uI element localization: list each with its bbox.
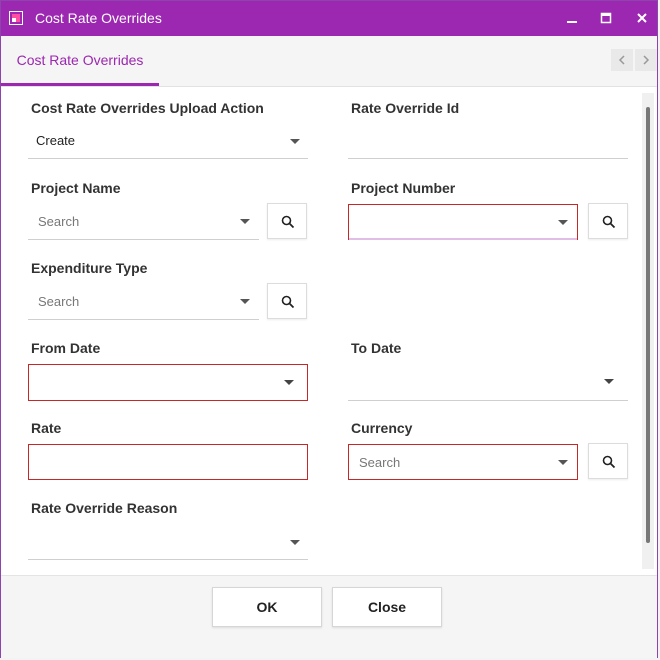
project-name-label: Project Name [31, 180, 121, 196]
chevron-down-icon [290, 540, 300, 545]
vertical-scrollbar[interactable] [642, 93, 654, 569]
project-number-select[interactable] [348, 204, 578, 240]
tab-cost-rate-overrides[interactable]: Cost Rate Overrides [1, 36, 159, 86]
project-number-search-button[interactable] [588, 203, 628, 239]
currency-label: Currency [351, 420, 413, 436]
project-number-focus-underline [349, 238, 577, 240]
chevron-down-icon [558, 460, 568, 465]
app-icon [9, 11, 23, 25]
currency-search-button[interactable] [588, 443, 628, 479]
from-date-label: From Date [31, 340, 101, 356]
form-content: Cost Rate Overrides Upload Action Create… [1, 87, 657, 575]
maximize-icon[interactable] [595, 7, 617, 29]
rate-input[interactable] [28, 444, 308, 480]
to-date-picker[interactable] [348, 364, 628, 401]
window-title: Cost Rate Overrides [35, 10, 162, 26]
rate-override-reason-select[interactable] [28, 524, 308, 560]
chevron-down-icon [240, 299, 250, 304]
upload-action-value: Create [36, 133, 76, 148]
chevron-down-icon [290, 139, 300, 144]
tab-scroll-right-icon[interactable] [635, 49, 657, 71]
expenditure-type-search-button[interactable] [267, 283, 307, 319]
tab-bar: Cost Rate Overrides [1, 36, 657, 87]
cost-rate-overrides-dialog: Cost Rate Overrides Cost Rate Overrides … [0, 0, 658, 658]
project-name-placeholder: Search [38, 214, 80, 229]
rate-label: Rate [31, 420, 62, 436]
from-date-picker[interactable] [28, 364, 308, 401]
rate-override-reason-label: Rate Override Reason [31, 500, 178, 516]
dialog-footer: OK Close [1, 575, 657, 658]
search-icon [281, 295, 295, 309]
to-date-label: To Date [351, 340, 402, 356]
minimize-icon[interactable] [561, 7, 583, 29]
search-icon [602, 455, 616, 469]
project-name-search-input[interactable]: Search [28, 204, 259, 240]
tab-scroll-left-icon[interactable] [611, 49, 633, 71]
ok-button[interactable]: OK [212, 587, 322, 627]
rate-override-id-field[interactable] [348, 123, 628, 159]
rate-override-id-label: Rate Override Id [351, 100, 460, 116]
expenditure-type-placeholder: Search [38, 294, 80, 309]
currency-placeholder: Search [359, 455, 401, 470]
calendar-dropdown-icon[interactable] [284, 380, 294, 385]
chevron-down-icon [240, 219, 250, 224]
search-icon [281, 215, 295, 229]
chevron-down-icon [558, 220, 568, 225]
title-bar[interactable]: Cost Rate Overrides [1, 1, 657, 36]
calendar-dropdown-icon[interactable] [604, 379, 614, 384]
expenditure-type-search-input[interactable]: Search [28, 284, 259, 320]
currency-search-input[interactable]: Search [348, 444, 578, 480]
close-icon[interactable] [631, 7, 653, 29]
upload-action-label: Cost Rate Overrides Upload Action [31, 100, 264, 116]
close-button[interactable]: Close [332, 587, 442, 627]
project-name-search-button[interactable] [267, 203, 307, 239]
search-icon [602, 215, 616, 229]
expenditure-type-label: Expenditure Type [31, 260, 148, 276]
project-number-label: Project Number [351, 180, 456, 196]
upload-action-select[interactable]: Create [28, 123, 308, 159]
scrollbar-thumb[interactable] [646, 107, 650, 543]
